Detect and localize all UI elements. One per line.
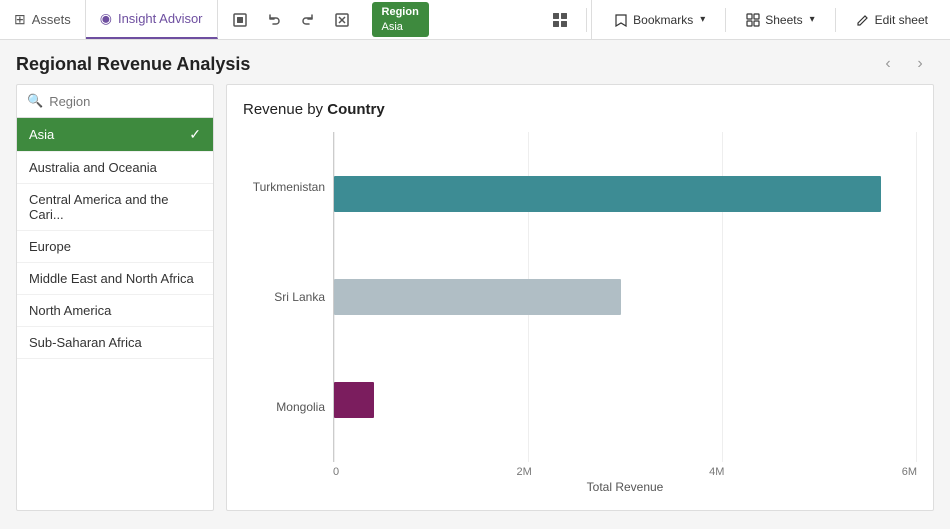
- bar-row[interactable]: [334, 375, 917, 425]
- sidebar: 🔍 Asia ✓ Australia and Oceania Central Amer…: [16, 84, 214, 511]
- bar-group: [334, 132, 917, 462]
- bar[interactable]: [334, 382, 374, 418]
- chart-inner: TurkmenistanSri LankaMongolia: [243, 132, 917, 462]
- chart-container: TurkmenistanSri LankaMongolia 0 2M 4M 6M To…: [243, 132, 917, 494]
- selection-mode-btn[interactable]: [224, 4, 256, 36]
- sidebar-list-item[interactable]: Middle East and North Africa: [17, 263, 213, 295]
- bookmarks-chevron: ▾: [700, 14, 705, 25]
- right-toolbar-icons: [538, 4, 582, 36]
- search-input[interactable]: [49, 94, 203, 109]
- checkmark-icon: ✓: [189, 126, 201, 143]
- nav-arrows: ‹ ›: [874, 50, 934, 78]
- x-axis-label: Total Revenue: [243, 480, 917, 494]
- sidebar-search[interactable]: 🔍: [17, 85, 213, 118]
- redo-btn[interactable]: [292, 4, 324, 36]
- chart-title-prefix: Revenue by: [243, 101, 327, 118]
- chart-title: Revenue by Country: [243, 101, 917, 118]
- search-icon: 🔍: [27, 93, 43, 109]
- main-content: 🔍 Asia ✓ Australia and Oceania Central Amer…: [0, 84, 950, 527]
- grid-view-btn[interactable]: [544, 4, 576, 36]
- sidebar-list-item[interactable]: Sub-Saharan Africa: [17, 327, 213, 359]
- page-header: Regional Revenue Analysis ‹ ›: [0, 40, 950, 84]
- insight-advisor-icon: ◉: [100, 10, 112, 27]
- active-filter-pill[interactable]: Region Asia: [372, 2, 429, 37]
- sidebar-list-item[interactable]: Asia ✓: [17, 118, 213, 152]
- undo-btn[interactable]: [258, 4, 290, 36]
- bookmarks-label: Bookmarks: [633, 13, 693, 27]
- sheets-btn[interactable]: Sheets ▾: [736, 9, 824, 31]
- insight-advisor-tab-label: Insight Advisor: [118, 11, 203, 26]
- sidebar-item-label: Middle East and North Africa: [29, 271, 194, 286]
- sidebar-list-item[interactable]: Central America and the Cari...: [17, 184, 213, 231]
- bar-row[interactable]: [334, 272, 917, 322]
- x-tick-label: 0: [333, 466, 339, 478]
- x-tick-label: 4M: [709, 466, 724, 478]
- topbar: ⊞ Assets ◉ Insight Advisor Region Asia: [0, 0, 950, 40]
- bar-row[interactable]: [334, 169, 917, 219]
- topbar-right: Bookmarks ▾ Sheets ▾ Edit sheet: [591, 0, 950, 39]
- toolbar-icons: [218, 4, 364, 36]
- next-page-btn[interactable]: ›: [906, 50, 934, 78]
- sidebar-item-label: Europe: [29, 239, 71, 254]
- sidebar-list-item[interactable]: Australia and Oceania: [17, 152, 213, 184]
- sidebar-item-label: Australia and Oceania: [29, 160, 157, 175]
- bar[interactable]: [334, 176, 881, 212]
- x-tick-label: 2M: [516, 466, 531, 478]
- assets-icon: ⊞: [14, 11, 26, 28]
- prev-page-btn[interactable]: ‹: [874, 50, 902, 78]
- y-axis-label: Turkmenistan: [253, 133, 325, 242]
- x-axis: 0 2M 4M 6M: [243, 462, 917, 478]
- edit-sheet-btn[interactable]: Edit sheet: [846, 9, 938, 31]
- sidebar-item-label: Central America and the Cari...: [29, 192, 201, 222]
- bars-section: [333, 132, 917, 462]
- assets-tab-label: Assets: [32, 12, 71, 27]
- sidebar-list-item[interactable]: North America: [17, 295, 213, 327]
- sheets-chevron: ▾: [810, 14, 815, 25]
- chart-area: Revenue by Country TurkmenistanSri Lanka…: [226, 84, 934, 511]
- y-axis-label: Sri Lanka: [274, 243, 325, 352]
- sidebar-item-label: North America: [29, 303, 111, 318]
- sidebar-list: Asia ✓ Australia and Oceania Central Americ…: [17, 118, 213, 359]
- x-tick-label: 6M: [902, 466, 917, 478]
- chart-title-bold: Country: [327, 101, 385, 118]
- sidebar-item-label: Asia: [29, 127, 54, 142]
- page-title: Regional Revenue Analysis: [16, 54, 250, 75]
- pill-value-label: Asia: [382, 20, 419, 34]
- bar[interactable]: [334, 279, 621, 315]
- insight-advisor-tab[interactable]: ◉ Insight Advisor: [86, 0, 218, 39]
- edit-sheet-label: Edit sheet: [875, 13, 928, 27]
- sidebar-list-item[interactable]: Europe: [17, 231, 213, 263]
- y-axis: TurkmenistanSri LankaMongolia: [243, 132, 333, 462]
- pill-region-label: Region: [382, 5, 419, 19]
- sheets-label: Sheets: [765, 13, 802, 27]
- assets-tab[interactable]: ⊞ Assets: [0, 0, 86, 39]
- clear-selections-btn[interactable]: [326, 4, 358, 36]
- sidebar-item-label: Sub-Saharan Africa: [29, 335, 142, 350]
- y-axis-label: Mongolia: [276, 353, 325, 462]
- bookmarks-btn[interactable]: Bookmarks ▾: [604, 9, 715, 31]
